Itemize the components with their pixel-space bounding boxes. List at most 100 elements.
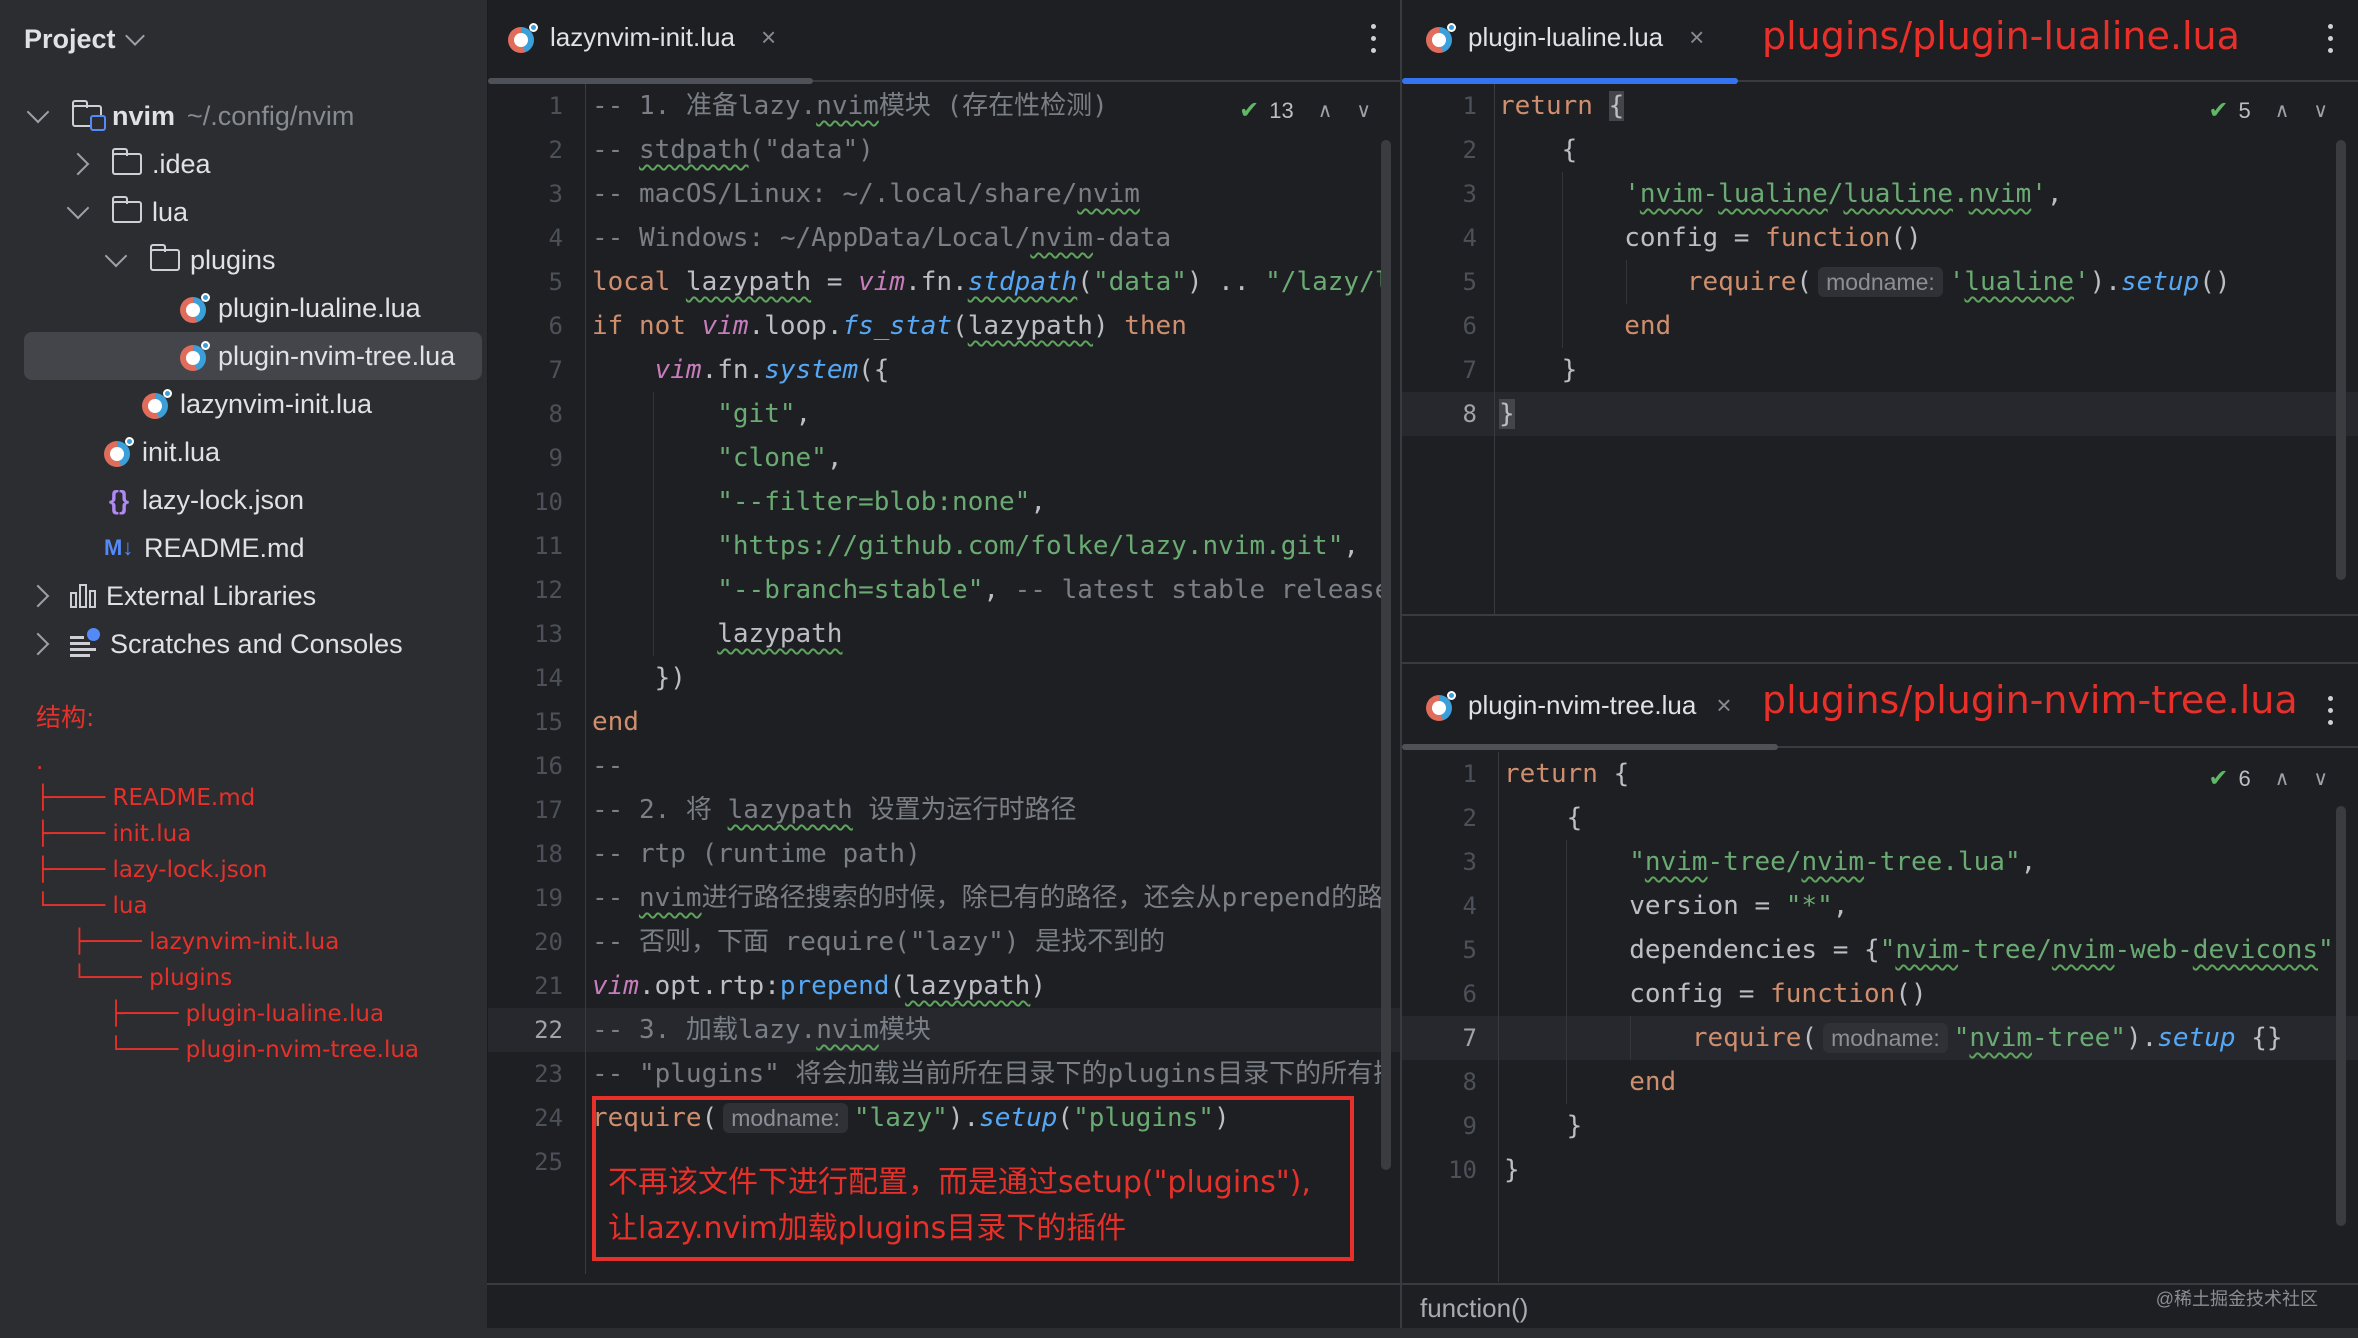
line-number[interactable]: 1: [1402, 84, 1497, 128]
expand-arrow-icon[interactable]: [104, 244, 128, 268]
next-highlight-icon[interactable]: ∨: [2313, 98, 2328, 123]
line-number[interactable]: 21: [488, 964, 583, 1008]
line-number[interactable]: 6: [1402, 972, 1497, 1016]
code-line[interactable]: "nvim-tree/nvim-tree.lua",: [1504, 840, 2336, 884]
inspection-widget[interactable]: ✔ 13 ∧ ∨: [1239, 96, 1371, 125]
code-line[interactable]: -- nvim进行路径搜索的时候，除已有的路径，还会从prepend的路径中查找: [592, 876, 1382, 920]
line-number[interactable]: 24: [488, 1096, 583, 1140]
breadcrumb-item[interactable]: function(): [1420, 1293, 1528, 1324]
inspection-widget[interactable]: ✔ 5 ∧ ∨: [2208, 96, 2328, 125]
code-line[interactable]: -- "plugins" 将会加载当前所在目录下的plugins目录下的所有插件: [592, 1052, 1382, 1096]
line-number[interactable]: 3: [1402, 840, 1497, 884]
code-line[interactable]: config = function(): [1504, 972, 2336, 1016]
tree-item-lazy-lock[interactable]: {} lazy-lock.json: [104, 476, 304, 524]
line-number[interactable]: 10: [1402, 1148, 1497, 1192]
editor-lazynvim-init[interactable]: lazynvim-init.lua × 1 2 3 4 5 6 7 8 9 10 11 12 13 14 1…: [487, 0, 1401, 1283]
line-number[interactable]: 17: [488, 788, 583, 832]
more-options-icon[interactable]: [1371, 24, 1377, 53]
expand-arrow-icon[interactable]: [26, 632, 50, 656]
code-line[interactable]: -- rtp (runtime path): [592, 832, 1382, 876]
expand-arrow-icon[interactable]: [26, 584, 50, 608]
line-number[interactable]: 4: [1402, 216, 1497, 260]
code-line[interactable]: }: [1504, 1148, 2336, 1192]
line-number[interactable]: 6: [1402, 304, 1497, 348]
code-area[interactable]: return { { 'nvim-lualine/lualine.nvim', …: [1499, 84, 2231, 436]
code-line[interactable]: 'nvim-lualine/lualine.nvim',: [1499, 172, 2231, 216]
line-number[interactable]: 10: [488, 480, 583, 524]
tree-item-scratches[interactable]: Scratches and Consoles: [26, 620, 403, 668]
code-line[interactable]: end: [1504, 1060, 2336, 1104]
line-number[interactable]: 13: [488, 612, 583, 656]
line-number[interactable]: 2: [1402, 796, 1497, 840]
line-number[interactable]: 5: [488, 260, 583, 304]
line-number[interactable]: 19: [488, 876, 583, 920]
editor-plugin-lualine[interactable]: plugin-lualine.lua × plugins/plugin-lual…: [1402, 0, 2358, 660]
line-number[interactable]: 11: [488, 524, 583, 568]
code-line[interactable]: -- stdpath("data"): [592, 128, 1382, 172]
line-number[interactable]: 9: [1402, 1104, 1497, 1148]
code-line[interactable]: }: [1499, 392, 2231, 436]
code-line[interactable]: "git",: [592, 392, 1382, 436]
code-area[interactable]: -- 1. 准备lazy.nvim模块 (存在性检测) -- stdpath("d…: [592, 84, 1382, 1184]
line-number[interactable]: 16: [488, 744, 583, 788]
line-number[interactable]: 4: [1402, 884, 1497, 928]
vertical-scrollbar[interactable]: [1381, 140, 1391, 1170]
line-number[interactable]: 9: [488, 436, 583, 480]
code-line[interactable]: --: [592, 744, 1382, 788]
code-line[interactable]: }: [1499, 348, 2231, 392]
code-line[interactable]: vim.opt.rtp:prepend(lazypath): [592, 964, 1382, 1008]
line-number[interactable]: 20: [488, 920, 583, 964]
tree-item-nvim[interactable]: nvim ~/.config/nvim: [26, 92, 354, 140]
line-number[interactable]: 3: [1402, 172, 1497, 216]
code-line[interactable]: {: [1504, 796, 2336, 840]
code-line[interactable]: }: [1504, 1104, 2336, 1148]
code-line[interactable]: -- 3. 加载lazy.nvim模块: [592, 1008, 1382, 1052]
close-tab-icon[interactable]: ×: [1689, 22, 1704, 53]
tree-item-plugins[interactable]: plugins: [104, 236, 276, 284]
line-number[interactable]: 5: [1402, 928, 1497, 972]
more-options-icon[interactable]: [2328, 24, 2334, 53]
line-number[interactable]: 14: [488, 656, 583, 700]
code-line[interactable]: -- 否则，下面 require("lazy") 是找不到的: [592, 920, 1382, 964]
code-line[interactable]: config = function(): [1499, 216, 2231, 260]
line-number[interactable]: 12: [488, 568, 583, 612]
code-line[interactable]: "clone",: [592, 436, 1382, 480]
vertical-scrollbar[interactable]: [2336, 806, 2346, 1226]
tree-item-lazynvim-init[interactable]: lazynvim-init.lua: [142, 380, 372, 428]
code-line[interactable]: {: [1499, 128, 2231, 172]
previous-highlight-icon[interactable]: ∧: [2275, 98, 2290, 123]
tab-lazynvim-init[interactable]: lazynvim-init.lua ×: [508, 22, 776, 53]
line-number[interactable]: 1: [488, 84, 583, 128]
line-number[interactable]: 7: [1402, 348, 1497, 392]
previous-highlight-icon[interactable]: ∧: [2275, 766, 2290, 791]
expand-arrow-icon[interactable]: [66, 196, 90, 220]
tree-item-idea[interactable]: .idea: [66, 140, 211, 188]
code-line[interactable]: end: [592, 700, 1382, 744]
line-number[interactable]: 7: [488, 348, 583, 392]
code-line[interactable]: "--filter=blob:none",: [592, 480, 1382, 524]
more-options-icon[interactable]: [2328, 696, 2334, 725]
line-number[interactable]: 3: [488, 172, 583, 216]
line-number[interactable]: 23: [488, 1052, 583, 1096]
tree-item-init[interactable]: init.lua: [104, 428, 220, 476]
line-number[interactable]: 6: [488, 304, 583, 348]
code-line[interactable]: -- macOS/Linux: ~/.local/share/nvim: [592, 172, 1382, 216]
line-number[interactable]: 8: [1402, 392, 1497, 436]
editor-plugin-nvim-tree[interactable]: plugin-nvim-tree.lua × plugins/plugin-nv…: [1402, 664, 2358, 1283]
tree-item-lua[interactable]: lua: [66, 188, 188, 236]
code-line[interactable]: end: [1499, 304, 2231, 348]
code-line[interactable]: local lazypath = vim.fn.stdpath("data") …: [592, 260, 1382, 304]
tree-item-plugin-lualine[interactable]: plugin-lualine.lua: [180, 284, 421, 332]
line-number[interactable]: 1: [1402, 752, 1497, 796]
code-area[interactable]: return { { "nvim-tree/nvim-tree.lua", ve…: [1504, 752, 2336, 1192]
project-view-selector[interactable]: Project: [24, 24, 145, 55]
code-line[interactable]: require(modname: "nvim-tree").setup {}: [1504, 1016, 2336, 1060]
previous-highlight-icon[interactable]: ∧: [1318, 98, 1333, 123]
code-line[interactable]: vim.fn.system({: [592, 348, 1382, 392]
next-highlight-icon[interactable]: ∨: [1356, 98, 1371, 123]
inspection-widget[interactable]: ✔ 6 ∧ ∨: [2208, 764, 2328, 793]
tree-item-readme[interactable]: M↓ README.md: [104, 524, 305, 572]
line-number[interactable]: 15: [488, 700, 583, 744]
line-number[interactable]: 5: [1402, 260, 1497, 304]
line-number[interactable]: 25: [488, 1140, 583, 1184]
